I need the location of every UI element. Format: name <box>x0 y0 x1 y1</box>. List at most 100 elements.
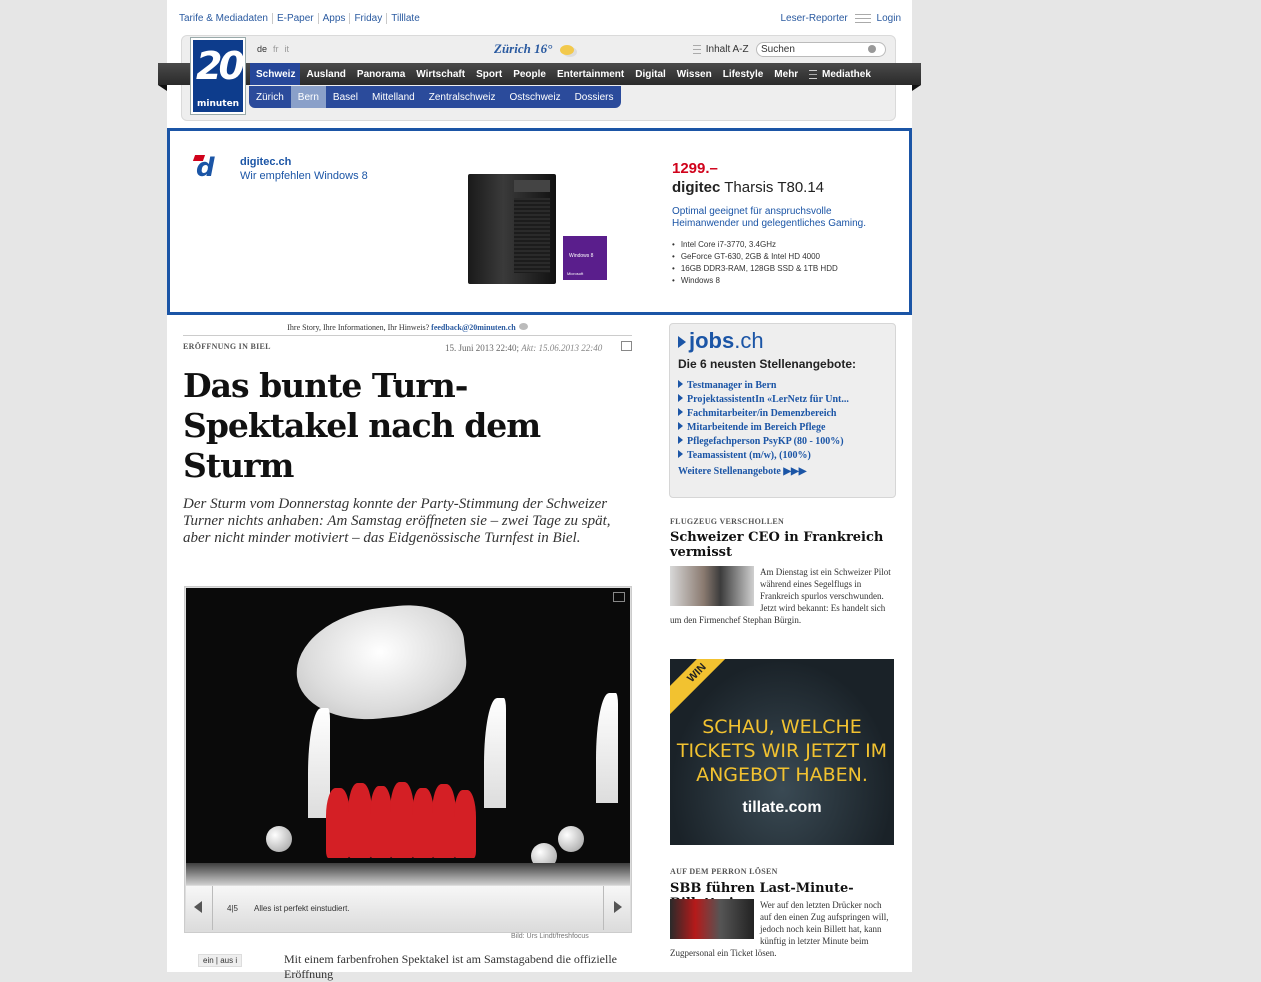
article-updated: Akt: 15.06.2013 22:40 <box>521 343 603 353</box>
jobs-logo-bold: jobs <box>689 328 735 353</box>
winad-text: SCHAU, WELCHE TICKETS WIR JETZT IM ANGEB… <box>676 716 888 786</box>
teaser1-thumbnail[interactable] <box>670 566 754 606</box>
subnav-bern[interactable]: Bern <box>290 86 326 108</box>
teaser2-thumbnail[interactable] <box>670 899 754 939</box>
ad-spec: 16GB DDR3-RAM, 128GB SSD & 1TB HDD <box>672 263 838 275</box>
job-link[interactable]: Pflegefachperson PsyKP (80 - 100%) <box>678 435 849 449</box>
lang-it[interactable]: it <box>285 44 290 54</box>
dancer-shape <box>348 783 372 858</box>
ad-product-model: Tharsis T80.14 <box>724 179 825 196</box>
nav-fold-left <box>158 85 167 91</box>
nav-panorama[interactable]: Panorama <box>351 63 410 85</box>
nav-wissen[interactable]: Wissen <box>671 63 717 85</box>
win8-label: Windows 8 <box>569 253 594 259</box>
job-link[interactable]: Testmanager in Bern <box>678 379 849 393</box>
dancer-shape <box>454 790 476 858</box>
top-link-friday[interactable]: Friday <box>350 13 388 24</box>
job-link[interactable]: Mitarbeitende im Bereich Pflege <box>678 421 849 435</box>
slide-counter: 4|5 <box>227 904 238 913</box>
weather-widget[interactable]: Zürich 16° <box>494 41 574 57</box>
job-link[interactable]: Fachmitarbeiter/in Demenzbereich <box>678 407 849 421</box>
dancer-shape <box>412 788 434 858</box>
comments-toggle[interactable]: ein | aus i <box>198 954 243 967</box>
nav-entertainment[interactable]: Entertainment <box>551 63 629 85</box>
article-date: 15. Juni 2013 22:40; Akt: 15.06.2013 22:… <box>445 343 602 353</box>
job-link[interactable]: Teamassistent (m/w), (100%) <box>678 449 849 463</box>
weather-city: Zürich <box>494 41 531 56</box>
nav-schweiz[interactable]: Schweiz <box>250 63 301 85</box>
leser-reporter-link[interactable]: Leser-Reporter <box>776 13 851 24</box>
inhalt-az-label: Inhalt A-Z <box>705 44 749 55</box>
sun-cloud-icon <box>559 45 574 56</box>
toggle-off[interactable]: aus <box>220 956 233 965</box>
nav-mediathek[interactable]: Mediathek <box>803 63 876 85</box>
top-link-apps[interactable]: Apps <box>318 13 351 24</box>
speech-bubble-icon <box>518 323 528 330</box>
article-body: Mit einem farbenfrohen Spektakel ist am … <box>284 952 618 981</box>
digitec-ad-banner[interactable]: d digitec.ch Wir empfehlen Windows 8 Win… <box>167 128 912 315</box>
top-link-tilllate[interactable]: Tilllate <box>387 13 424 24</box>
nav-ausland[interactable]: Ausland <box>300 63 350 85</box>
subnav-dossiers[interactable]: Dossiers <box>568 86 621 108</box>
subnav-mittelland[interactable]: Mittelland <box>365 86 422 108</box>
nav-sport[interactable]: Sport <box>470 63 507 85</box>
prev-slide-button[interactable] <box>186 886 213 930</box>
white-cloth-shape <box>290 599 472 727</box>
login-link[interactable]: Login <box>873 13 905 24</box>
flag-banner <box>484 698 506 808</box>
tillate-ad[interactable]: WIN SCHAU, WELCHE TICKETS WIR JETZT IM A… <box>670 659 894 845</box>
subnav-zentralschweiz[interactable]: Zentralschweiz <box>422 86 503 108</box>
teaser1-headline[interactable]: Schweizer CEO in Frankreich vermisst <box>670 530 895 560</box>
jobs-logo[interactable]: jobs.ch <box>678 328 764 354</box>
jobs-title: Die 6 neusten Stellenangebote: <box>678 357 857 371</box>
win8-maker: Microsoft <box>567 271 584 276</box>
top-links: Tarife & Mediadaten E-Paper Apps Friday Till… <box>179 13 424 24</box>
job-link[interactable]: ProjektassistentIn «LerNetz für Unt... <box>678 393 849 407</box>
nav-wirtschaft[interactable]: Wirtschaft <box>410 63 470 85</box>
top-link-tarife[interactable]: Tarife & Mediadaten <box>179 13 273 24</box>
teaser1-kicker: FLUGZEUG VERSCHOLLEN <box>670 517 785 526</box>
subnav-ostschweiz[interactable]: Ostschweiz <box>502 86 567 108</box>
search-icon[interactable] <box>868 45 876 53</box>
nav-digital[interactable]: Digital <box>629 63 671 85</box>
ad-specs: Intel Core i7-3770, 3.4GHz GeForce GT-63… <box>672 239 838 287</box>
print-icon[interactable] <box>621 341 632 351</box>
ad-spec: Intel Core i7-3770, 3.4GHz <box>672 239 838 251</box>
fullscreen-icon[interactable] <box>613 592 625 602</box>
dancer-shape <box>370 786 392 858</box>
inhalt-az[interactable]: Inhalt A-Z <box>693 44 749 55</box>
dancer-shape <box>326 788 350 858</box>
more-jobs-link[interactable]: Weitere Stellenangebote ▶▶▶ <box>678 466 806 477</box>
mediathek-icon <box>809 69 818 79</box>
lang-fr[interactable]: fr <box>273 44 279 54</box>
jobs-logo-rest: .ch <box>734 328 764 353</box>
photo-credit: Bild: Urs Lindt/freshfocus <box>511 933 589 940</box>
ad-description: Optimal geeignet für anspruchsvolle Heim… <box>672 206 867 229</box>
site-logo[interactable]: 20 minuten <box>191 38 245 114</box>
slideshow-controls: 4|5 Alles ist perfekt einstudiert. <box>186 886 630 930</box>
tillate-logo: tillate.com <box>742 799 822 816</box>
nav-lifestyle[interactable]: Lifestyle <box>717 63 769 85</box>
nav-fold-right <box>912 85 921 91</box>
top-link-epaper[interactable]: E-Paper <box>272 13 319 24</box>
info-icon[interactable]: i <box>235 956 237 965</box>
next-slide-button[interactable] <box>603 886 630 930</box>
article-headline: Das bunte Turn-Spektakel nach dem Sturm <box>183 366 541 485</box>
nav-people[interactable]: People <box>507 63 551 85</box>
feedback-email-link[interactable]: feedback@20minuten.ch <box>431 323 516 332</box>
page: Tarife & Mediadaten E-Paper Apps Friday Till… <box>158 0 921 981</box>
nav-mehr[interactable]: Mehr <box>768 63 803 85</box>
subnav-basel[interactable]: Basel <box>326 86 365 108</box>
ad-price: 1299.– <box>672 160 718 177</box>
search-input[interactable] <box>756 42 886 57</box>
image-slideshow: 4|5 Alles ist perfekt einstudiert. <box>184 586 632 933</box>
weather-temp: 16° <box>534 41 553 56</box>
menu-icon <box>854 13 871 23</box>
nav-mediathek-label: Mediathek <box>821 69 871 80</box>
dancer-shape <box>432 784 456 858</box>
lang-de[interactable]: de <box>257 44 267 54</box>
slideshow-photo[interactable] <box>186 588 630 885</box>
subnav-zuerich[interactable]: Zürich <box>249 86 291 108</box>
toggle-on[interactable]: ein <box>203 956 214 965</box>
stage-floor <box>186 863 630 885</box>
